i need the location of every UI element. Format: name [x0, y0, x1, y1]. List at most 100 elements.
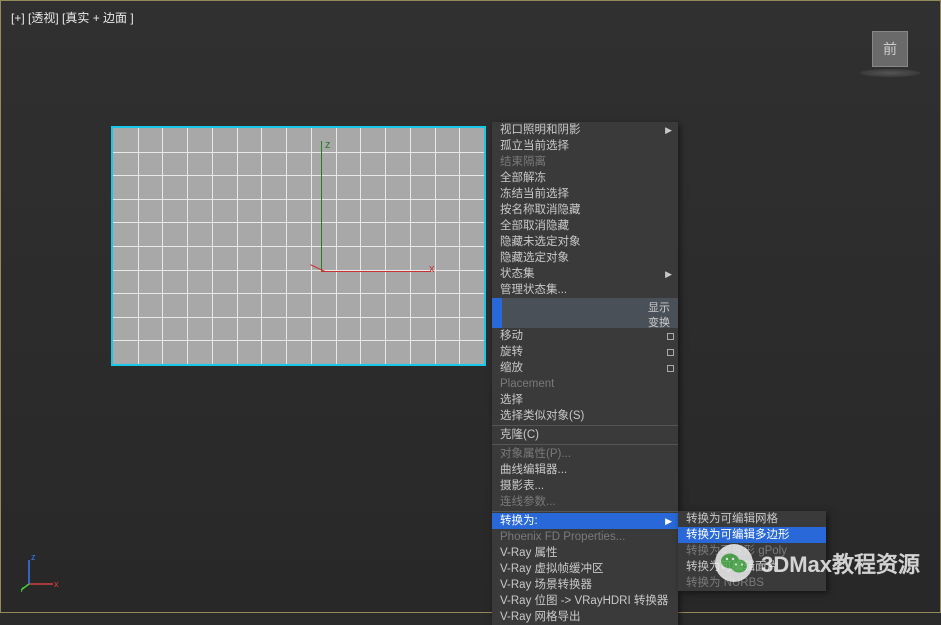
viewcube-base [860, 69, 920, 77]
menu-item-g1-4[interactable]: 选择 [492, 392, 678, 408]
grid-line-h [113, 246, 484, 247]
menu-separator [492, 444, 678, 445]
menu-item-g1-6[interactable]: 克隆(C) [492, 427, 678, 443]
grid-line-h [113, 199, 484, 200]
submenu-arrow-icon: ▶ [665, 266, 672, 282]
viewport[interactable]: [+] [透视] [真实 + 边面 ] 前 z x z x y 视口照明和阴影▶… [0, 0, 941, 613]
menu-item-g0-4-label: 冻结当前选择 [500, 186, 569, 202]
world-axis-icon: z x y [21, 552, 61, 592]
context-menu[interactable]: 视口照明和阴影▶孤立当前选择结束隔离全部解冻冻结当前选择按名称取消隐藏全部取消隐… [492, 122, 678, 625]
menu-item-g0-3[interactable]: 全部解冻 [492, 170, 678, 186]
flyout-box-icon [667, 333, 674, 340]
viewport-label-shading[interactable]: [真实 + 边面 ] [62, 11, 134, 25]
menu-item-g1-15-label: V-Ray 场景转换器 [500, 577, 592, 593]
menu-item-g1-2[interactable]: 缩放 [492, 360, 678, 376]
menu-item-g1-12: Phoenix FD Properties... [492, 529, 678, 545]
menu-item-g0-1[interactable]: 孤立当前选择 [492, 138, 678, 154]
menu-separator [492, 425, 678, 426]
menu-item-g0-2: 结束隔离 [492, 154, 678, 170]
menu-item-g1-1-label: 旋转 [500, 344, 523, 360]
grid-line-v [187, 128, 188, 364]
grid-line-v [360, 128, 361, 364]
menu-item-g0-8[interactable]: 隐藏选定对象 [492, 250, 678, 266]
header-marker [492, 298, 502, 313]
grid-line-h [113, 222, 484, 223]
menu-item-g1-13-label: V-Ray 属性 [500, 545, 558, 561]
grid-line-h [113, 293, 484, 294]
menu-item-g0-10[interactable]: 管理状态集... [492, 282, 678, 298]
menu-item-g1-0-label: 移动 [500, 328, 523, 344]
menu-item-g0-5-label: 按名称取消隐藏 [500, 202, 581, 218]
menu-item-g0-10-label: 管理状态集... [500, 282, 567, 298]
menu-item-g1-11[interactable]: 转换为: ▶ [492, 513, 678, 529]
grid-line-h [113, 270, 484, 271]
menu-item-g1-0[interactable]: 移动 [492, 328, 678, 344]
submenu-arrow-icon: ▶ [665, 513, 672, 529]
menu-item-g1-1[interactable]: 旋转 [492, 344, 678, 360]
menu-item-g0-7[interactable]: 隐藏未选定对象 [492, 234, 678, 250]
menu-item-g1-16-label: V-Ray 位图 -> VRayHDRI 转换器 [500, 593, 668, 609]
grid-line-v [286, 128, 287, 364]
flyout-box-icon [667, 365, 674, 372]
grid-line-v [336, 128, 337, 364]
grid-line-v [237, 128, 238, 364]
viewcube-face-front[interactable]: 前 [872, 31, 908, 67]
menu-item-g0-9[interactable]: 状态集 ▶ [492, 266, 678, 282]
grid-line-v [435, 128, 436, 364]
grid-line-v [261, 128, 262, 364]
menu-item-g1-4-label: 选择 [500, 392, 523, 408]
menu-item-g0-4[interactable]: 冻结当前选择 [492, 186, 678, 202]
menu-item-g1-13[interactable]: V-Ray 属性 [492, 545, 678, 561]
submenu-item-1[interactable]: 转换为可编辑多边形 [678, 527, 826, 543]
grid-line-h [113, 152, 484, 153]
menu-item-g1-11-label: 转换为: [500, 513, 538, 529]
menu-item-g1-7: 对象属性(P)... [492, 446, 678, 462]
menu-item-g0-6[interactable]: 全部取消隐藏 [492, 218, 678, 234]
grid-line-v [459, 128, 460, 364]
menu-item-g1-8-label: 曲线编辑器... [500, 462, 567, 478]
viewport-label-view[interactable]: [透视] [28, 11, 59, 25]
submenu-arrow-icon: ▶ [665, 122, 672, 138]
submenu-item-0-label: 转换为可编辑网格 [686, 511, 778, 527]
menu-item-g1-14[interactable]: V-Ray 虚拟帧缓冲区 [492, 561, 678, 577]
menu-item-g0-0[interactable]: 视口照明和阴影▶ [492, 122, 678, 138]
menu-item-g0-9-label: 状态集 [500, 266, 535, 282]
flyout-box-icon [667, 349, 674, 356]
menu-item-g0-1-label: 孤立当前选择 [500, 138, 569, 154]
grid-line-v [385, 128, 386, 364]
viewport-label[interactable]: [+] [透视] [真实 + 边面 ] [11, 9, 134, 26]
menu-item-g1-10-label: 连线参数... [500, 494, 556, 510]
menu-item-g1-9[interactable]: 摄影表... [492, 478, 678, 494]
menu-item-g1-2-label: 缩放 [500, 360, 523, 376]
wechat-icon [715, 544, 753, 582]
menu-item-g1-9-label: 摄影表... [500, 478, 544, 494]
menu-item-g0-7-label: 隐藏未选定对象 [500, 234, 581, 250]
menu-item-g1-14-label: V-Ray 虚拟帧缓冲区 [500, 561, 604, 577]
menu-item-g1-17[interactable]: V-Ray 网格导出 [492, 609, 678, 625]
svg-text:x: x [54, 579, 59, 589]
menu-item-g0-5[interactable]: 按名称取消隐藏 [492, 202, 678, 218]
plane-object[interactable] [111, 126, 486, 366]
viewport-label-plus[interactable]: [+] [11, 11, 25, 25]
submenu-item-0[interactable]: 转换为可编辑网格 [678, 511, 826, 527]
menu-separator [492, 511, 678, 512]
menu-item-g0-8-label: 隐藏选定对象 [500, 250, 569, 266]
menu-item-g1-8[interactable]: 曲线编辑器... [492, 462, 678, 478]
grid-line-v [311, 128, 312, 364]
svg-text:z: z [31, 552, 36, 562]
header-marker [492, 313, 502, 328]
menu-item-g1-5[interactable]: 选择类似对象(S) [492, 408, 678, 424]
menu-item-g0-3-label: 全部解冻 [500, 170, 546, 186]
menu-item-g0-2-label: 结束隔离 [500, 154, 546, 170]
grid-line-v [138, 128, 139, 364]
menu-item-g1-10: 连线参数... [492, 494, 678, 510]
menu-item-g1-16[interactable]: V-Ray 位图 -> VRayHDRI 转换器 [492, 593, 678, 609]
menu-item-g1-3-label: Placement [500, 376, 554, 392]
viewcube[interactable]: 前 [860, 31, 920, 81]
menu-item-g1-3: Placement [492, 376, 678, 392]
watermark-text: 3DMax教程资源 [761, 547, 920, 579]
menu-item-g1-17-label: V-Ray 网格导出 [500, 609, 581, 625]
grid-line-v [162, 128, 163, 364]
menu-item-g1-15[interactable]: V-Ray 场景转换器 [492, 577, 678, 593]
watermark: 3DMax教程资源 [715, 544, 920, 582]
